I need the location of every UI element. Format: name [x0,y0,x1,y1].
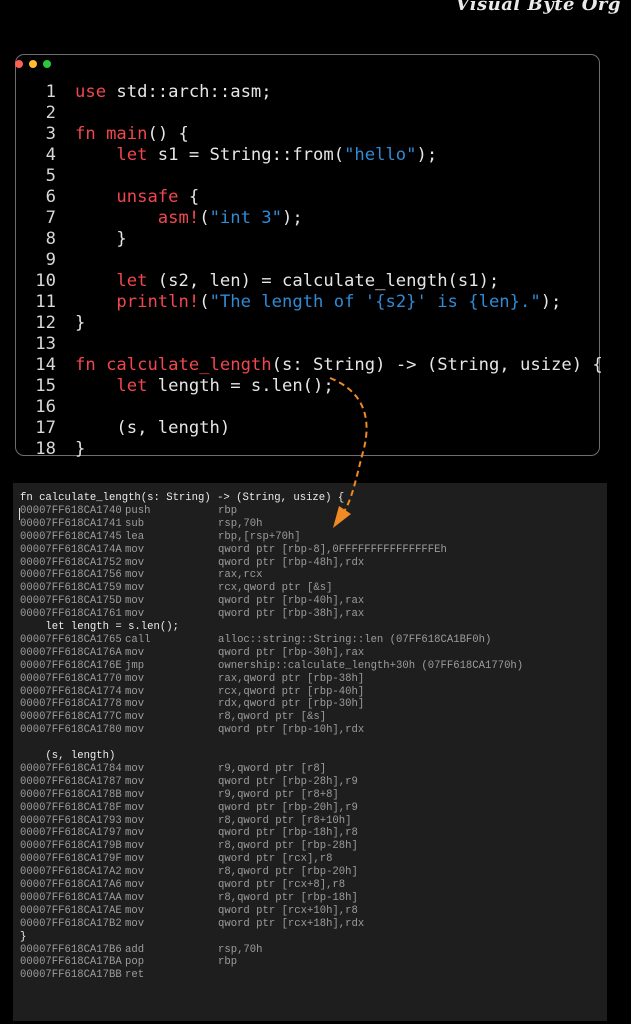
arrow-connector-icon [329,377,368,528]
